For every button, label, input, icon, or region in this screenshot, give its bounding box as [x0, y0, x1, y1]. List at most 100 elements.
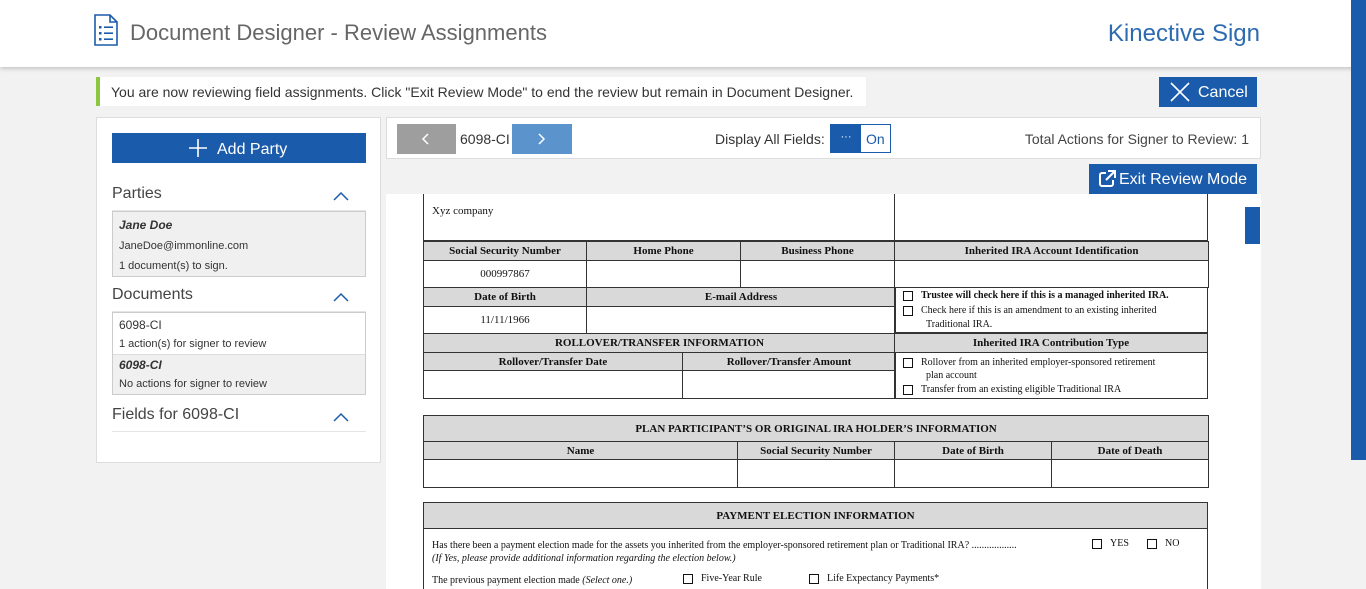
checkbox[interactable] [903, 305, 913, 316]
list-item[interactable]: 6098-CI 1 action(s) for signer to review [113, 313, 365, 355]
checkbox[interactable] [809, 573, 819, 584]
previous-document-button[interactable] [397, 124, 456, 154]
payment-note: (If Yes, please provide additional infor… [432, 553, 736, 564]
plan-participant-table: PLAN PARTICIPANT’S OR ORIGINAL IRA HOLDE… [422, 415, 1210, 488]
page-title: Document Designer - Review Assignments [130, 20, 547, 45]
rollover-amount-header: Rollover/Transfer Amount [682, 352, 896, 371]
ssn-value[interactable]: 000997867 [423, 260, 587, 288]
contribution-option-1-label: Rollover from an inherited employer-spon… [921, 357, 1156, 368]
ira-id-header: Inherited IRA Account Identification [894, 241, 1209, 261]
life-expectancy-label: Life Expectancy Payments* [827, 573, 940, 584]
documents-section-header[interactable]: Documents [112, 286, 366, 312]
contact-table: Social Security Number Home Phone Business… [423, 241, 1209, 288]
party-card[interactable]: Jane Doe JaneDoe@immonline.com 1 documen… [112, 211, 366, 277]
contribution-option-2-label: Transfer from an existing eligible Tradi… [921, 384, 1122, 395]
life-expectancy-option[interactable]: Life Expectancy Payments* [809, 573, 939, 584]
fields-section-header[interactable]: Fields for 6098-CI [112, 406, 366, 432]
contribution-option-1[interactable]: Rollover from an inherited employer-spon… [903, 357, 1155, 368]
plan-dod-value[interactable] [1050, 459, 1210, 488]
amendment-label-2: Traditional IRA. [926, 319, 993, 330]
add-party-button[interactable]: Add Party [112, 133, 366, 163]
checkbox[interactable] [903, 384, 913, 395]
business-phone-value[interactable] [740, 260, 895, 288]
blank-cell [894, 194, 1208, 241]
document-status: 1 action(s) for signer to review [119, 338, 267, 350]
party-email: JaneDoe@immonline.com [119, 240, 249, 252]
contribution-cell: Inherited IRA Contribution Type Rollover… [894, 333, 1208, 399]
trustee-cell: Trustee will check here if this is a man… [894, 287, 1208, 333]
current-document-name: 6098-CI [460, 131, 510, 147]
five-year-option[interactable]: Five-Year Rule [683, 573, 762, 584]
close-icon [1170, 82, 1190, 102]
contribution-header: Inherited IRA Contribution Type [895, 334, 1207, 353]
chevron-up-icon[interactable] [333, 292, 349, 302]
toggle-value: On [866, 131, 885, 147]
review-notice: You are now reviewing field assignments.… [96, 77, 866, 106]
trustee-label: Trustee will check here if this is a man… [921, 290, 1169, 301]
checkbox[interactable] [903, 290, 913, 301]
plan-dod-header: Date of Death [1050, 441, 1210, 460]
document-name: 6098-CI [119, 318, 162, 332]
checkbox[interactable] [683, 573, 693, 584]
display-all-fields-label: Display All Fields: [715, 131, 825, 147]
ssn-header: Social Security Number [423, 241, 587, 261]
email-value[interactable] [586, 306, 896, 334]
fields-title: Fields for 6098-CI [112, 406, 240, 423]
rollover-header: ROLLOVER/TRANSFER INFORMATION [423, 333, 896, 353]
cancel-label: Cancel [1198, 84, 1248, 101]
external-link-icon [1099, 170, 1116, 187]
email-header: E-mail Address [586, 287, 896, 307]
five-year-label: Five-Year Rule [701, 573, 762, 584]
payment-question: Has there been a payment election made f… [432, 540, 1017, 551]
party-name: Jane Doe [119, 218, 173, 232]
rollover-table: ROLLOVER/TRANSFER INFORMATION Rollover/T… [423, 333, 896, 399]
amendment-check[interactable]: Check here if this is an amendment to an… [903, 305, 1157, 316]
plan-dob-header: Date of Birth [894, 441, 1052, 460]
no-option[interactable]: NO [1147, 538, 1179, 549]
chevron-up-icon[interactable] [333, 412, 349, 422]
trustee-check[interactable]: Trustee will check here if this is a man… [903, 290, 1169, 301]
checkbox[interactable] [903, 357, 913, 368]
exit-review-mode-button[interactable]: Exit Review Mode [1089, 164, 1257, 194]
right-scrollbar[interactable] [1351, 0, 1366, 460]
yes-option[interactable]: YES [1092, 538, 1129, 549]
previous-election-text: The previous payment election made [432, 575, 580, 586]
yes-label: YES [1110, 538, 1129, 549]
document-list-icon [94, 14, 118, 46]
app-header: Document Designer - Review Assignments K… [0, 0, 1366, 67]
toggle-knob: ··· [831, 125, 861, 152]
contribution-option-1-label-2: plan account [926, 370, 977, 381]
previous-election-label: The previous payment election made (Sele… [432, 575, 632, 586]
add-party-label: Add Party [217, 141, 288, 158]
ira-id-value[interactable] [894, 260, 1209, 288]
dob-header: Date of Birth [423, 287, 587, 307]
chevron-up-icon[interactable] [333, 191, 349, 201]
dob-email-table: Date of Birth E-mail Address 11/11/1966 [423, 287, 896, 334]
contribution-option-2[interactable]: Transfer from an existing eligible Tradi… [903, 384, 1121, 395]
previous-election-select-note: (Select one.) [582, 575, 633, 586]
plan-participant-header: PLAN PARTICIPANT’S OR ORIGINAL IRA HOLDE… [422, 415, 1210, 442]
rollover-date-value[interactable] [423, 370, 683, 399]
chevron-right-icon [538, 133, 546, 145]
home-phone-value[interactable] [586, 260, 741, 288]
checkbox[interactable] [1092, 538, 1102, 549]
next-document-button[interactable] [512, 124, 572, 154]
rollover-amount-value[interactable] [682, 370, 896, 399]
total-actions-label: Total Actions for Signer to Review: 1 [1024, 131, 1249, 147]
plus-icon [189, 139, 207, 157]
list-item[interactable]: 6098-CI No actions for signer to review [113, 355, 365, 394]
home-phone-header: Home Phone [586, 241, 741, 261]
dob-value[interactable]: 11/11/1966 [423, 306, 587, 334]
parties-section-header[interactable]: Parties [112, 185, 366, 211]
cancel-button[interactable]: Cancel [1159, 77, 1257, 107]
display-all-fields-toggle[interactable]: ··· On [830, 124, 891, 153]
plan-name-value[interactable] [423, 459, 738, 488]
document-viewer[interactable]: Xyz company Social Security Number Home P… [386, 194, 1261, 589]
company-name: Xyz company [432, 205, 494, 217]
document-status: No actions for signer to review [119, 378, 267, 390]
viewer-scrollbar-thumb[interactable] [1245, 207, 1260, 244]
checkbox[interactable] [1147, 538, 1157, 549]
plan-ssn-value[interactable] [737, 459, 895, 488]
parties-title: Parties [112, 185, 162, 202]
plan-dob-value[interactable] [894, 459, 1052, 488]
